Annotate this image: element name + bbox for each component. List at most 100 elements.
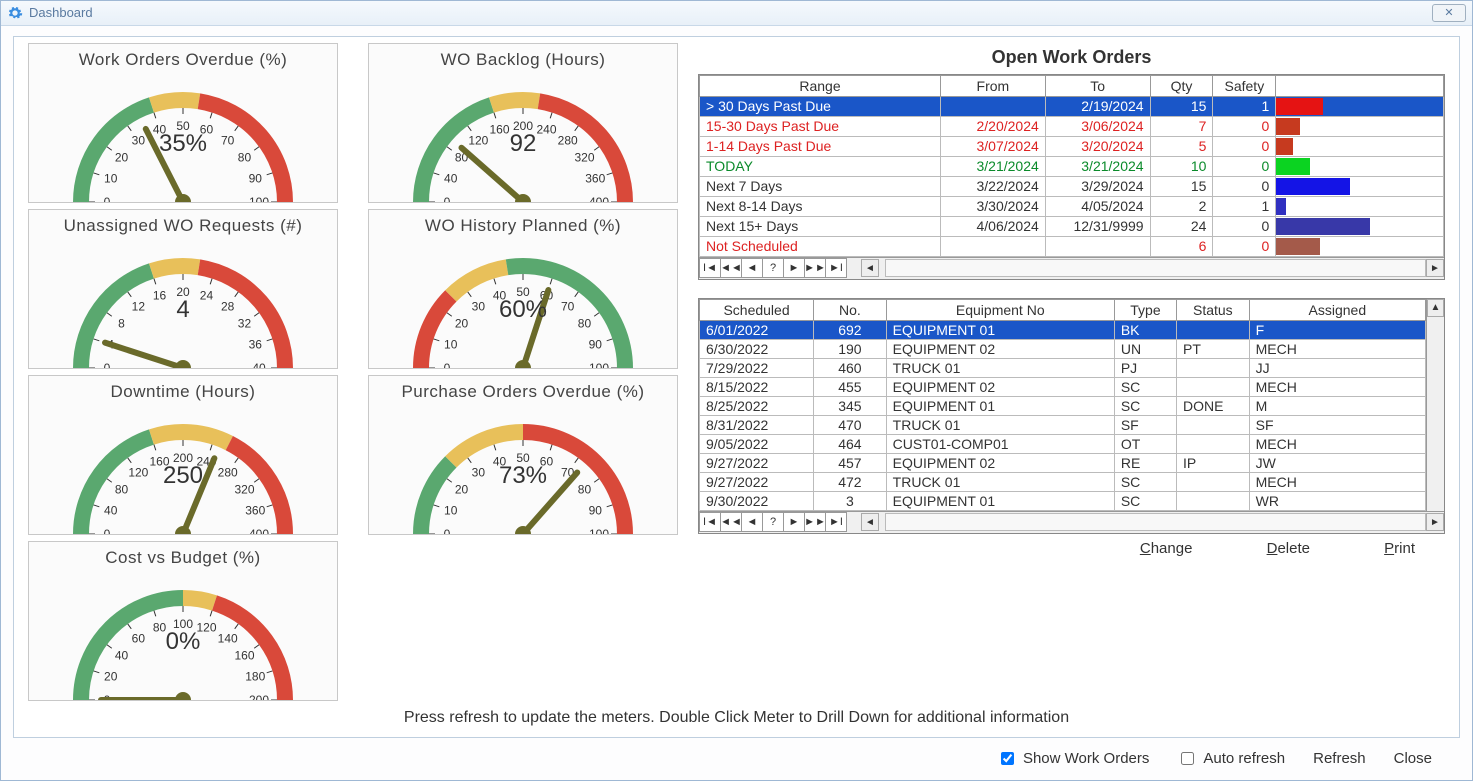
table-row[interactable]: 9/27/2022457EQUIPMENT 02REIPJW (700, 453, 1426, 472)
svg-text:28: 28 (221, 299, 235, 313)
table-row[interactable]: > 30 Days Past Due2/19/2024151 (700, 96, 1444, 116)
refresh-link[interactable]: Refresh (1313, 750, 1366, 767)
window-close-button[interactable]: ✕ (1432, 4, 1466, 22)
table-row[interactable]: 9/27/2022472TRUCK 01SCMECH (700, 472, 1426, 491)
col-header[interactable]: Assigned (1249, 299, 1425, 320)
print-link[interactable]: Print (1384, 540, 1415, 557)
table-row[interactable]: 1-14 Days Past Due3/07/20243/20/202450 (700, 136, 1444, 156)
gauge-card[interactable]: Unassigned WO Requests (#)04812162024283… (28, 209, 338, 369)
hscroll2-left-icon[interactable]: ◄ (861, 513, 879, 531)
table-row[interactable]: 7/29/2022460TRUCK 01PJJJ (700, 358, 1426, 377)
gauge-card[interactable]: WO History Planned (%)010203040506070809… (368, 209, 678, 369)
svg-text:20: 20 (455, 482, 469, 496)
nav2-fastback-icon[interactable]: ◄◄ (720, 512, 742, 532)
col-header[interactable] (1276, 75, 1444, 96)
svg-text:80: 80 (115, 482, 129, 496)
gauge-title: Purchase Orders Overdue (%) (373, 380, 673, 404)
table-row[interactable]: 9/30/20223EQUIPMENT 01SCWR (700, 491, 1426, 510)
nav-last-icon[interactable]: ►I (825, 258, 847, 278)
nav2-fwd-icon[interactable]: ► (783, 512, 805, 532)
hscroll2-right-icon[interactable]: ► (1426, 513, 1444, 531)
svg-text:10: 10 (444, 503, 458, 517)
svg-text:30: 30 (132, 133, 146, 147)
nav2-back-icon[interactable]: ◄ (741, 512, 763, 532)
svg-text:40: 40 (252, 361, 266, 368)
table-row[interactable]: 15-30 Days Past Due2/20/20243/06/202470 (700, 116, 1444, 136)
gauge-card[interactable]: Cost vs Budget (%)0204060801001201401601… (28, 541, 338, 701)
gauge-title: Cost vs Budget (%) (33, 546, 333, 570)
svg-text:30: 30 (472, 465, 486, 479)
hscroll2-track[interactable] (885, 513, 1426, 531)
svg-text:90: 90 (589, 503, 603, 517)
svg-text:20: 20 (455, 316, 469, 330)
nav-first-icon[interactable]: I◄ (699, 258, 721, 278)
table-row[interactable]: Next 7 Days3/22/20243/29/2024150 (700, 176, 1444, 196)
nav2-query-icon[interactable]: ? (762, 512, 784, 532)
gauge-card[interactable]: WO Backlog (Hours)0408012016020024028032… (368, 43, 678, 203)
vscroll-up-icon[interactable]: ▲ (1427, 299, 1444, 317)
nav2-fastfwd-icon[interactable]: ►► (804, 512, 826, 532)
grid-actions: Change Delete Print (698, 534, 1445, 557)
close-link[interactable]: Close (1394, 750, 1432, 767)
col-header[interactable]: Equipment No (886, 299, 1114, 320)
col-header[interactable]: To (1045, 75, 1150, 96)
col-header[interactable]: Safety (1213, 75, 1276, 96)
col-header[interactable]: Qty (1150, 75, 1213, 96)
col-header[interactable]: Type (1114, 299, 1176, 320)
table-row[interactable]: 6/01/2022692EQUIPMENT 01BKF (700, 320, 1426, 339)
auto-refresh-checkbox[interactable]: Auto refresh (1177, 749, 1285, 768)
col-header[interactable]: No. (814, 299, 887, 320)
delete-link[interactable]: Delete (1267, 540, 1310, 557)
nav-query-icon[interactable]: ? (762, 258, 784, 278)
table-row[interactable]: TODAY3/21/20243/21/2024100 (700, 156, 1444, 176)
gauge-value: 92 (510, 130, 537, 158)
nav2-first-icon[interactable]: I◄ (699, 512, 721, 532)
svg-text:80: 80 (153, 620, 167, 634)
nav-fastfwd-icon[interactable]: ►► (804, 258, 826, 278)
col-header[interactable]: From (941, 75, 1046, 96)
table-row[interactable]: 6/30/2022190EQUIPMENT 02UNPTMECH (700, 339, 1426, 358)
svg-text:40: 40 (444, 171, 458, 185)
show-work-orders-checkbox[interactable]: Show Work Orders (997, 749, 1149, 768)
table-row[interactable]: 8/25/2022345EQUIPMENT 01SCDONEM (700, 396, 1426, 415)
gauge-card[interactable]: Work Orders Overdue (%)01020304050607080… (28, 43, 338, 203)
grid1-nav: I◄ ◄◄ ◄ ? ► ►► ►I ◄ ► (699, 257, 1444, 279)
col-header[interactable]: Range (700, 75, 941, 96)
table-row[interactable]: Next 8-14 Days3/30/20244/05/202421 (700, 196, 1444, 216)
svg-text:120: 120 (468, 133, 488, 147)
nav-fastback-icon[interactable]: ◄◄ (720, 258, 742, 278)
svg-text:80: 80 (578, 316, 592, 330)
col-header[interactable]: Scheduled (700, 299, 814, 320)
gauge-card[interactable]: Downtime (Hours)040801201602002402803203… (28, 375, 338, 535)
hscroll-track[interactable] (885, 259, 1426, 277)
table-row[interactable]: Not Scheduled60 (700, 236, 1444, 256)
svg-text:60: 60 (132, 631, 146, 645)
table-row[interactable]: 9/05/2022464CUST01-COMP01OTMECH (700, 434, 1426, 453)
svg-text:70: 70 (561, 299, 575, 313)
nav-fwd-icon[interactable]: ► (783, 258, 805, 278)
schedule-grid: ScheduledNo.Equipment NoTypeStatusAssign… (698, 298, 1445, 534)
svg-text:280: 280 (558, 133, 578, 147)
schedule-vscroll[interactable]: ▲ (1426, 299, 1444, 511)
svg-text:80: 80 (578, 482, 592, 496)
gauge-card[interactable]: Purchase Orders Overdue (%)0102030405060… (368, 375, 678, 535)
change-link[interactable]: Change (1140, 540, 1193, 557)
table-row[interactable]: 8/15/2022455EQUIPMENT 02SCMECH (700, 377, 1426, 396)
hscroll-right-icon[interactable]: ► (1426, 259, 1444, 277)
gauge-value: 60% (499, 296, 547, 324)
open-work-orders-panel: Open Work Orders RangeFromToQtySafety> 3… (698, 43, 1445, 701)
table-row[interactable]: 8/31/2022470TRUCK 01SFSF (700, 415, 1426, 434)
table-row[interactable]: Next 15+ Days4/06/202412/31/9999240 (700, 216, 1444, 236)
svg-text:240: 240 (536, 122, 556, 136)
range-table[interactable]: RangeFromToQtySafety> 30 Days Past Due2/… (699, 75, 1444, 257)
nav-back-icon[interactable]: ◄ (741, 258, 763, 278)
hscroll-left-icon[interactable]: ◄ (861, 259, 879, 277)
nav2-last-icon[interactable]: ►I (825, 512, 847, 532)
svg-text:120: 120 (128, 465, 148, 479)
schedule-table[interactable]: ScheduledNo.Equipment NoTypeStatusAssign… (699, 299, 1426, 511)
footer-bar: Show Work Orders Auto refresh Refresh Cl… (1, 738, 1472, 780)
col-header[interactable]: Status (1177, 299, 1250, 320)
svg-text:360: 360 (245, 503, 265, 517)
svg-text:0: 0 (104, 527, 111, 534)
gauge-value: 250 (163, 462, 203, 490)
